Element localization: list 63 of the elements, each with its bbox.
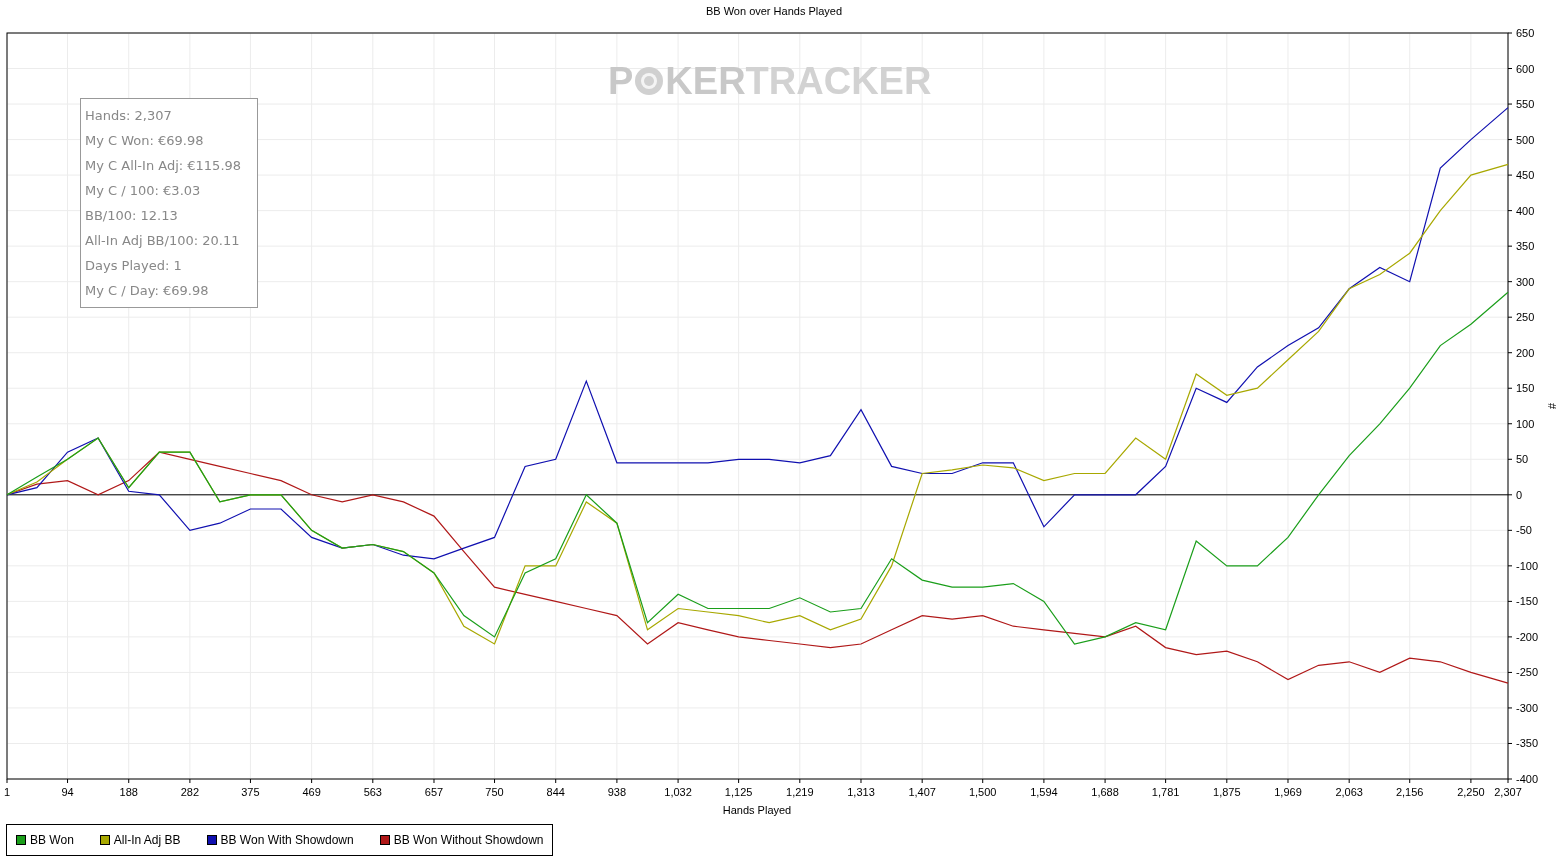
legend-label: BB Won	[30, 833, 74, 847]
x-tick-label: 938	[607, 786, 627, 798]
y-tick-label: -150	[1516, 595, 1539, 608]
x-tick-label: 188	[119, 786, 138, 798]
x-tick-label: 1,875	[1213, 786, 1241, 798]
x-tick-label: 469	[302, 786, 321, 798]
legend-label: All-In Adj BB	[113, 833, 181, 847]
y-axis-title: #	[1546, 402, 1558, 410]
legend-label: BB Won Without Showdown	[393, 833, 544, 847]
x-tick-label: 1,969	[1274, 786, 1302, 798]
y-tick-label: -50	[1516, 524, 1532, 537]
x-tick-label: 657	[424, 786, 444, 798]
stat-line: Hands: 2,307	[85, 107, 173, 125]
y-tick-label: -400	[1516, 773, 1539, 785]
y-tick-label: 350	[1516, 240, 1535, 253]
x-tick-label: 2,063	[1335, 786, 1363, 798]
y-tick-label: 500	[1516, 133, 1535, 146]
y-tick-label: -350	[1516, 737, 1539, 750]
y-tick-label: 300	[1516, 275, 1535, 288]
x-tick-label: 1,219	[786, 786, 814, 798]
x-tick-label: 1,407	[908, 786, 936, 798]
x-tick-label: 1,500	[968, 786, 997, 798]
y-tick-label: 650	[1516, 27, 1535, 39]
x-tick-label: 844	[546, 786, 565, 798]
chart-title: BB Won over Hands Played	[705, 5, 843, 17]
x-axis-title: Hands Played	[722, 804, 792, 816]
stat-line: My C / Day: €69.98	[85, 282, 210, 300]
stat-line: Days Played: 1	[85, 257, 183, 275]
x-tick-label: 1,781	[1151, 786, 1180, 798]
stat-line: All-In Adj BB/100: 20.11	[85, 232, 241, 250]
x-tick-label: 1,313	[847, 786, 875, 798]
y-tick-label: -250	[1516, 666, 1539, 679]
x-tick-label: 2,156	[1395, 786, 1424, 798]
stat-line: BB/100: 12.13	[85, 207, 179, 225]
y-tick-label: 200	[1516, 346, 1535, 359]
stat-line: My C / 100: €3.03	[85, 182, 202, 200]
x-tick-label: 1,125	[724, 786, 753, 798]
x-tick-label: 282	[180, 786, 200, 798]
x-tick-label: 750	[485, 786, 504, 798]
y-tick-label: -300	[1516, 701, 1539, 714]
y-tick-label: -100	[1516, 559, 1539, 572]
y-tick-label: 450	[1516, 169, 1535, 182]
y-tick-label: 550	[1516, 98, 1535, 111]
y-tick-label: 100	[1516, 417, 1535, 430]
x-tick-label: 2,307	[1494, 786, 1522, 798]
y-tick-label: -200	[1516, 630, 1539, 643]
x-tick-label: 94	[61, 786, 74, 798]
y-tick-label: 50	[1516, 453, 1529, 466]
x-tick-label: 563	[363, 786, 382, 798]
x-tick-label: 2,250	[1457, 786, 1485, 798]
y-tick-label: 0	[1516, 488, 1523, 501]
x-tick-label: 1	[3, 786, 11, 798]
x-tick-label: 1,032	[664, 786, 692, 798]
y-tick-label: 250	[1516, 311, 1535, 324]
y-tick-label: 400	[1516, 204, 1535, 217]
x-tick-label: 375	[241, 786, 260, 798]
stat-line: My C All-In Adj: €115.98	[85, 157, 243, 175]
legend-label: BB Won With Showdown	[220, 833, 354, 847]
y-tick-label: 150	[1516, 382, 1535, 395]
stat-line: My C Won: €69.98	[85, 132, 205, 150]
x-tick-label: 1,688	[1091, 786, 1119, 798]
x-tick-label: 1,594	[1030, 786, 1058, 798]
y-tick-label: 600	[1516, 62, 1535, 75]
